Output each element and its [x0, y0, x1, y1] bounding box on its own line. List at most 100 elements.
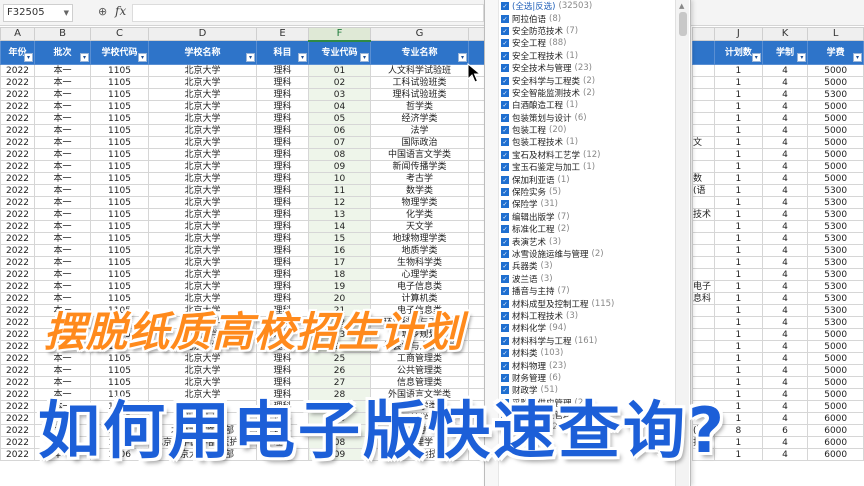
table-cell[interactable]: 生物科学类	[370, 256, 469, 269]
table-cell-clipped[interactable]: 技术	[692, 208, 715, 221]
table-cell-clipped[interactable]	[468, 244, 485, 257]
table-cell[interactable]: 新闻传播学类	[370, 160, 469, 173]
table-cell-clipped[interactable]	[468, 136, 485, 149]
table-cell[interactable]: 2022	[0, 376, 35, 389]
checkbox-checked-icon[interactable]: ✓	[501, 88, 509, 97]
table-cell[interactable]: 1105	[90, 100, 149, 113]
table-cell[interactable]: 10	[308, 172, 371, 185]
table-cell[interactable]: 11	[308, 184, 371, 197]
table-cell[interactable]: 4	[761, 100, 809, 113]
checkbox-checked-icon[interactable]: ✓	[501, 138, 509, 147]
column-letter-clipped[interactable]	[468, 27, 485, 41]
checkbox-checked-icon[interactable]: ✓	[501, 299, 509, 308]
table-cell[interactable]: 1105	[90, 208, 149, 221]
table-cell-clipped[interactable]	[468, 100, 485, 113]
table-cell[interactable]: 2022	[0, 388, 35, 401]
table-cell[interactable]: 5000	[807, 172, 864, 185]
filter-dropdown-icon[interactable]: ▾	[751, 53, 761, 62]
table-cell[interactable]: 02	[308, 76, 371, 89]
table-cell[interactable]: 5000	[807, 364, 864, 377]
checkbox-checked-icon[interactable]: ✓	[501, 200, 509, 209]
table-cell-clipped[interactable]: (语	[692, 184, 715, 197]
table-cell[interactable]: 地质学类	[370, 244, 469, 257]
table-cell[interactable]: 理科	[256, 232, 309, 245]
filter-item[interactable]: ✓ 保加利亚语 (1)	[501, 173, 673, 186]
table-cell[interactable]: 5300	[807, 292, 864, 305]
filter-item[interactable]: ✓ 保险实务 (5)	[501, 186, 673, 198]
table-cell[interactable]: 1105	[90, 76, 149, 89]
table-cell[interactable]: 1	[713, 136, 763, 149]
table-cell[interactable]: 4	[761, 124, 809, 137]
table-cell-clipped[interactable]	[692, 316, 715, 329]
table-cell[interactable]: 17	[308, 256, 371, 269]
table-cell[interactable]: 本一	[34, 88, 91, 101]
checkbox-checked-icon[interactable]: ✓	[501, 76, 509, 85]
checkbox-checked-icon[interactable]: ✓	[501, 26, 509, 35]
column-letter[interactable]: C	[90, 27, 149, 41]
table-cell[interactable]: 2022	[0, 364, 35, 377]
table-cell[interactable]: 北京大学	[148, 208, 257, 221]
table-cell[interactable]: 1	[713, 316, 763, 329]
filter-dropdown-icon[interactable]: ▾	[138, 53, 147, 62]
table-cell[interactable]: 13	[308, 208, 371, 221]
checkbox-checked-icon[interactable]: ✓	[501, 311, 509, 320]
table-cell[interactable]: 2022	[0, 292, 35, 305]
checkbox-checked-icon[interactable]: ✓	[501, 64, 509, 73]
table-cell[interactable]: 1105	[90, 172, 149, 185]
table-cell[interactable]: 4	[761, 280, 809, 293]
table-cell[interactable]: 北京大学	[148, 256, 257, 269]
table-cell-clipped[interactable]: 电子	[692, 280, 715, 293]
table-cell[interactable]: 4	[761, 88, 809, 101]
table-cell[interactable]: 北京大学	[148, 100, 257, 113]
table-cell[interactable]: 理科	[256, 208, 309, 221]
table-cell[interactable]: 2022	[0, 340, 35, 353]
table-cell[interactable]: 天文学	[370, 220, 469, 233]
table-cell[interactable]: 4	[761, 400, 809, 413]
table-cell[interactable]: 4	[761, 412, 809, 425]
table-cell[interactable]: 理科	[256, 76, 309, 89]
table-cell[interactable]: 1105	[90, 244, 149, 257]
table-cell[interactable]: 本一	[34, 244, 91, 257]
table-cell[interactable]: 2022	[0, 112, 35, 125]
table-cell[interactable]: 1	[713, 76, 763, 89]
table-cell[interactable]: 本一	[34, 208, 91, 221]
table-cell[interactable]: 化学类	[370, 208, 469, 221]
table-cell[interactable]: 6000	[807, 436, 864, 449]
table-cell[interactable]: 2022	[0, 412, 35, 425]
filter-item[interactable]: ✓ 材料物理 (23)	[501, 359, 673, 372]
table-cell[interactable]: 2022	[0, 436, 35, 449]
table-cell[interactable]: 5300	[807, 304, 864, 317]
table-cell[interactable]: 5000	[807, 352, 864, 365]
filter-item[interactable]: ✓ 阿拉伯语 (8)	[501, 12, 673, 25]
filter-item[interactable]: ✓ 编辑出版学 (7)	[501, 211, 673, 223]
filter-item[interactable]: ✓ 安全工程 (88)	[501, 37, 673, 49]
table-cell[interactable]: 公共管理类	[370, 364, 469, 377]
table-cell-clipped[interactable]	[692, 88, 715, 101]
table-cell[interactable]: 18	[308, 268, 371, 281]
table-cell[interactable]: 6000	[807, 424, 864, 437]
column-letter[interactable]: F	[308, 27, 371, 42]
table-cell[interactable]: 1105	[90, 220, 149, 233]
table-cell-clipped[interactable]	[692, 64, 715, 77]
filter-item[interactable]: ✓ 波兰语 (3)	[501, 273, 673, 285]
table-cell-clipped[interactable]	[692, 256, 715, 269]
table-cell[interactable]: 地球物理学类	[370, 232, 469, 245]
table-cell[interactable]: 北京大学	[148, 112, 257, 125]
table-cell[interactable]: 2022	[0, 424, 35, 437]
table-cell[interactable]: 4	[761, 196, 809, 209]
table-cell[interactable]: 理科	[256, 172, 309, 185]
table-cell[interactable]: 4	[761, 436, 809, 449]
checkbox-checked-icon[interactable]: ✓	[501, 14, 509, 23]
filter-dropdown-icon[interactable]: ▾	[458, 53, 467, 62]
scroll-up-icon[interactable]: ▲	[679, 2, 684, 10]
checkbox-checked-icon[interactable]: ✓	[501, 2, 509, 11]
table-cell-clipped[interactable]	[468, 112, 485, 125]
filter-dropdown-icon[interactable]: ▾	[80, 53, 89, 62]
table-cell[interactable]: 5300	[807, 196, 864, 209]
table-cell-clipped[interactable]	[692, 160, 715, 173]
table-cell[interactable]: 本一	[34, 100, 91, 113]
table-cell[interactable]: 1	[713, 148, 763, 161]
table-cell[interactable]: 2022	[0, 232, 35, 245]
table-cell-clipped[interactable]	[468, 220, 485, 233]
table-cell[interactable]: 4	[761, 172, 809, 185]
